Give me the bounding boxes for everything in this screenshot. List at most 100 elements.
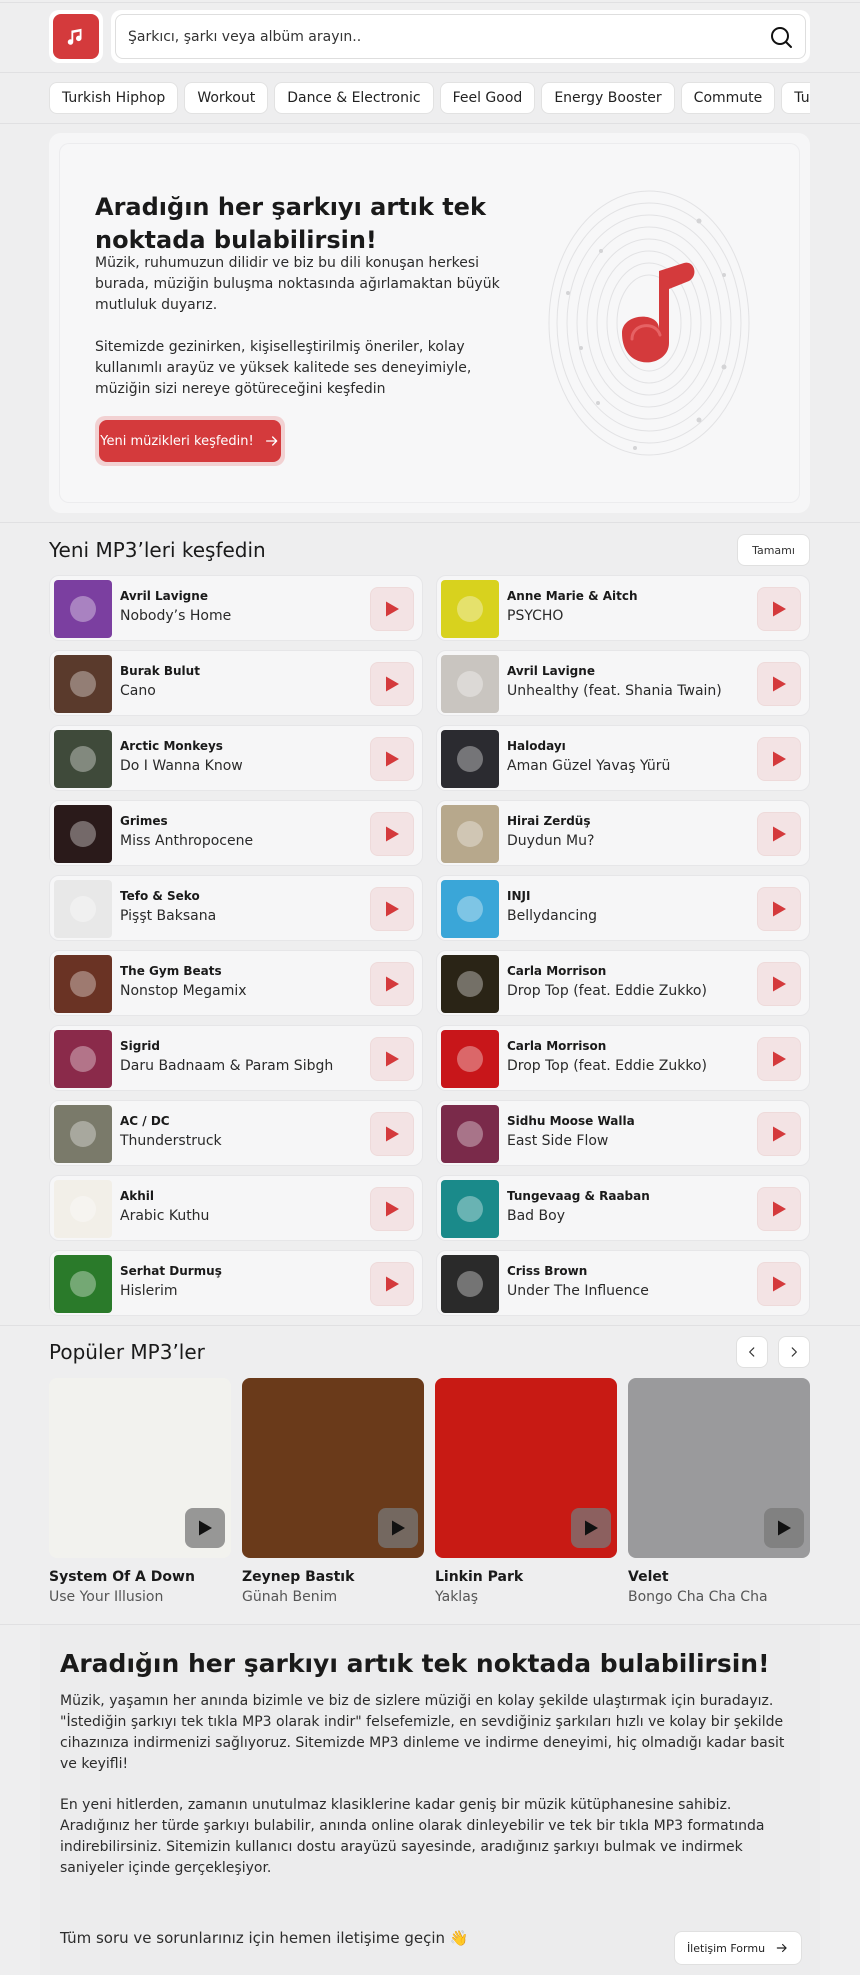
album-cover[interactable] [441,880,499,938]
cover-art [70,1121,96,1147]
album-cover[interactable] [441,1180,499,1238]
album-cover[interactable] [441,1105,499,1163]
genre-chip[interactable]: Dance & Electronic [274,82,434,114]
track-row[interactable]: Grimes Miss Anthropocene [49,800,423,866]
track-row[interactable]: Hirai Zerdüş Duydun Mu? [436,800,810,866]
play-button[interactable] [757,662,801,706]
logo-container[interactable] [49,10,103,63]
track-artist: Avril Lavigne [507,664,595,678]
play-button[interactable] [378,1508,418,1548]
track-row[interactable]: Sidhu Moose Walla East Side Flow [436,1100,810,1166]
album-cover[interactable] [54,805,112,863]
play-button[interactable] [370,962,414,1006]
genre-chip[interactable]: Workout [184,82,269,114]
search-input[interactable] [128,28,769,45]
popular-title: Yaklaş [435,1589,479,1605]
play-button[interactable] [757,962,801,1006]
play-button[interactable] [757,887,801,931]
play-icon [773,1051,786,1067]
track-title: Arabic Kuthu [120,1208,210,1224]
popular-card[interactable]: Linkin Park Yaklaş [435,1378,617,1605]
album-cover[interactable] [54,1105,112,1163]
popular-card[interactable]: Zeynep Bastık Günah Benim [242,1378,424,1605]
track-row[interactable]: Serhat Durmuş Hislerim [49,1250,423,1316]
album-cover[interactable] [54,655,112,713]
popular-card[interactable]: Velet Bongo Cha Cha Cha [628,1378,810,1605]
popular-card[interactable]: System Of A Down Use Your Illusion [49,1378,231,1605]
album-cover[interactable] [441,955,499,1013]
track-row[interactable]: Carla Morrison Drop Top (feat. Eddie Zukk… [436,950,810,1016]
play-button[interactable] [757,1262,801,1306]
play-button[interactable] [757,737,801,781]
album-cover[interactable] [441,580,499,638]
album-cover[interactable] [441,730,499,788]
track-row[interactable]: Avril Lavigne Unhealthy (feat. Shania Twa… [436,650,810,716]
track-title: Drop Top (feat. Eddie Zukko) [507,1058,707,1074]
genre-chip[interactable]: Turkish Indie [781,82,810,114]
play-button[interactable] [757,1112,801,1156]
play-button[interactable] [370,1037,414,1081]
album-cover[interactable] [49,1378,231,1558]
album-cover[interactable] [54,1030,112,1088]
album-cover[interactable] [441,1030,499,1088]
play-button[interactable] [757,587,801,631]
track-row[interactable]: Anne Marie & Aitch PSYCHO [436,575,810,641]
play-button[interactable] [370,737,414,781]
track-row[interactable]: Arctic Monkeys Do I Wanna Know [49,725,423,791]
album-cover[interactable] [54,730,112,788]
track-row[interactable]: Tefo & Seko Pişşt Baksana [49,875,423,941]
album-cover[interactable] [54,580,112,638]
track-row[interactable]: Criss Brown Under The Influence [436,1250,810,1316]
track-row[interactable]: Burak Bulut Cano [49,650,423,716]
cover-art [70,671,96,697]
track-row[interactable]: Sigrid Daru Badnaam & Param Sibgh [49,1025,423,1091]
genre-chip[interactable]: Commute [680,82,776,114]
track-row[interactable]: Avril Lavigne Nobody’s Home [49,575,423,641]
see-all-button[interactable]: Tamamı [737,534,810,566]
popular-artist: Zeynep Bastık [242,1569,355,1585]
track-row[interactable]: INJI Bellydancing [436,875,810,941]
album-cover[interactable] [441,805,499,863]
album-cover[interactable] [242,1378,424,1558]
play-button[interactable] [370,1187,414,1231]
play-button[interactable] [571,1508,611,1548]
track-row[interactable]: Akhil Arabic Kuthu [49,1175,423,1241]
carousel-prev-button[interactable] [736,1336,768,1368]
play-button[interactable] [757,812,801,856]
track-row[interactable]: AC / DC Thunderstruck [49,1100,423,1166]
album-cover[interactable] [54,1255,112,1313]
album-cover[interactable] [435,1378,617,1558]
carousel-next-button[interactable] [778,1336,810,1368]
genre-chip[interactable]: Energy Booster [541,82,675,114]
album-cover[interactable] [441,655,499,713]
play-button[interactable] [757,1037,801,1081]
genre-chip[interactable]: Feel Good [439,82,536,114]
play-button[interactable] [370,1112,414,1156]
track-row[interactable]: Carla Morrison Drop Top (feat. Eddie Zukk… [436,1025,810,1091]
contact-form-button[interactable]: İletişim Formu [674,1931,802,1965]
track-row[interactable]: Tungevaag & Raaban Bad Boy [436,1175,810,1241]
album-cover[interactable] [54,955,112,1013]
page: Turkish HiphopWorkoutDance & ElectronicF… [0,0,860,1975]
play-button[interactable] [757,1187,801,1231]
album-cover[interactable] [54,1180,112,1238]
album-cover[interactable] [54,880,112,938]
music-note-icon[interactable] [53,14,99,59]
play-button[interactable] [370,587,414,631]
track-row[interactable]: The Gym Beats Nonstop Megamix [49,950,423,1016]
album-cover[interactable] [441,1255,499,1313]
play-button[interactable] [370,1262,414,1306]
track-title: Duydun Mu? [507,833,595,849]
genre-chip[interactable]: Turkish Hiphop [49,82,179,114]
play-button[interactable] [185,1508,225,1548]
play-button[interactable] [370,812,414,856]
search-icon[interactable] [769,25,793,49]
album-cover[interactable] [628,1378,810,1558]
play-button[interactable] [764,1508,804,1548]
chevron-right-icon [791,1347,797,1357]
discover-button[interactable]: Yeni müzikleri keşfedin! [99,420,281,462]
track-row[interactable]: Halodayı Aman Güzel Yavaş Yürü [436,725,810,791]
play-button[interactable] [370,662,414,706]
play-button[interactable] [370,887,414,931]
cover-art [457,746,483,772]
